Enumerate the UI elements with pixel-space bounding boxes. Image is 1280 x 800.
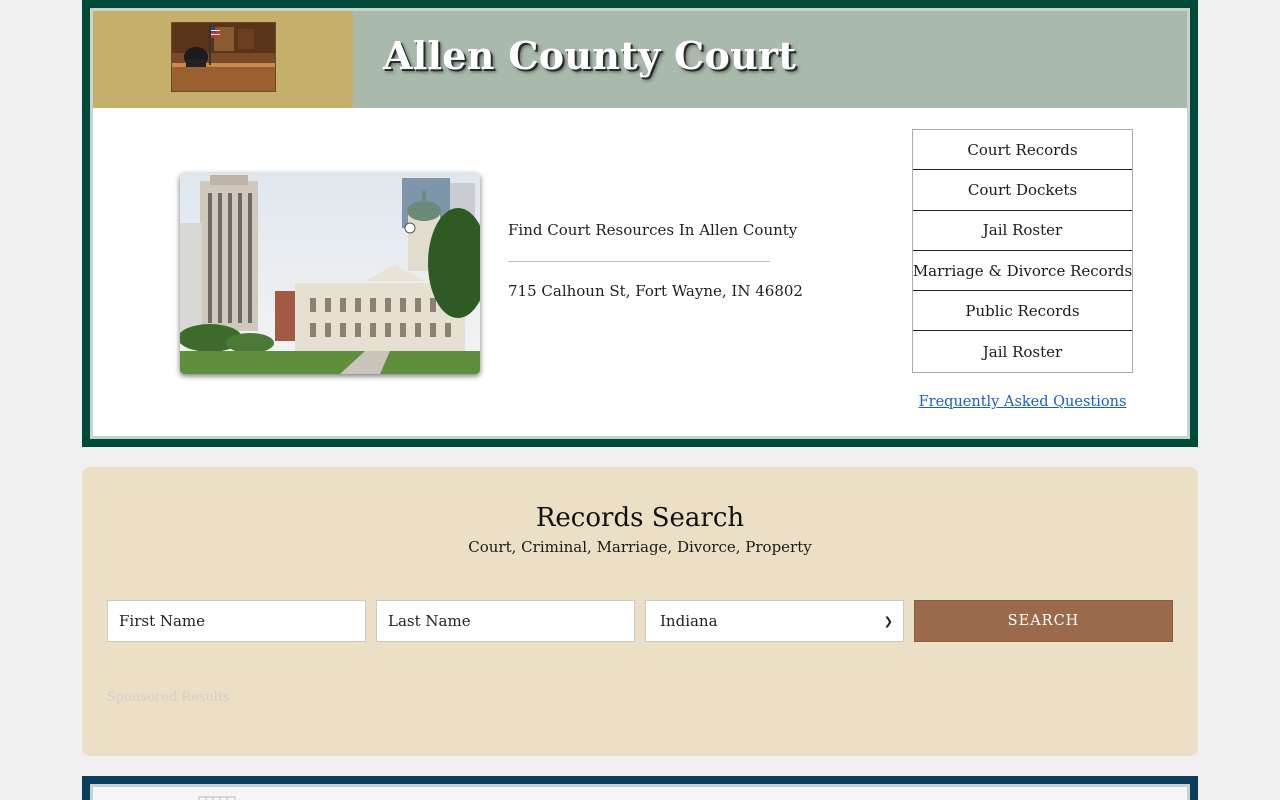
first-name-input[interactable]: First Name: [107, 600, 366, 642]
menu-item-marriage-divorce-records[interactable]: Marriage & Divorce Records: [913, 250, 1132, 292]
last-name-placeholder: Last Name: [388, 612, 471, 630]
first-name-placeholder: First Name: [119, 612, 206, 630]
sponsored-results-label: Sponsored Results: [107, 690, 230, 705]
court-title: Allen County Court: [383, 33, 797, 78]
search-subtitle: Court, Criminal, Marriage, Divorce, Prop…: [468, 538, 812, 556]
court-banner: Allen County Court: [93, 11, 1187, 108]
state-select-value: Indiana: [660, 612, 718, 630]
court-card-inner: Allen County Court Find Court Resources …: [90, 8, 1190, 439]
state-select[interactable]: Indiana ❯: [645, 600, 904, 642]
menu-item-jail-roster[interactable]: Jail Roster: [913, 210, 1132, 251]
building-outline-icon: [198, 796, 236, 800]
courthouse-photo-icon: [180, 173, 480, 374]
menu-item-public-records[interactable]: Public Records: [913, 291, 1132, 332]
court-tagline: Find Court Resources In Allen County: [508, 221, 798, 239]
faq-link[interactable]: Frequently Asked Questions: [912, 394, 1133, 410]
courtroom-photo-icon: [171, 22, 276, 92]
chevron-down-icon: ❯: [883, 614, 893, 628]
last-name-input[interactable]: Last Name: [376, 600, 635, 642]
court-card: Allen County Court Find Court Resources …: [82, 0, 1198, 447]
search-button[interactable]: SEARCH: [914, 600, 1173, 642]
banner-left-panel: [93, 11, 353, 108]
menu-item-jail-roster-2[interactable]: Jail Roster: [913, 331, 1132, 372]
court-address: 715 Calhoun St, Fort Wayne, IN 46802: [508, 282, 803, 300]
search-title: Records Search: [535, 503, 745, 533]
court-info: Find Court Resources In Allen County 715…: [508, 221, 803, 300]
info-divider: [508, 261, 770, 262]
menu-item-court-records[interactable]: Court Records: [913, 130, 1132, 171]
bottom-card-inner: [90, 784, 1190, 800]
bottom-card: [82, 776, 1198, 800]
resource-menu: Court Records Court Dockets Jail Roster …: [912, 129, 1133, 373]
records-search-panel: Records Search Court, Criminal, Marriage…: [82, 467, 1198, 756]
menu-item-court-dockets[interactable]: Court Dockets: [913, 170, 1132, 211]
banner-right-panel: Allen County Court: [353, 11, 1187, 108]
